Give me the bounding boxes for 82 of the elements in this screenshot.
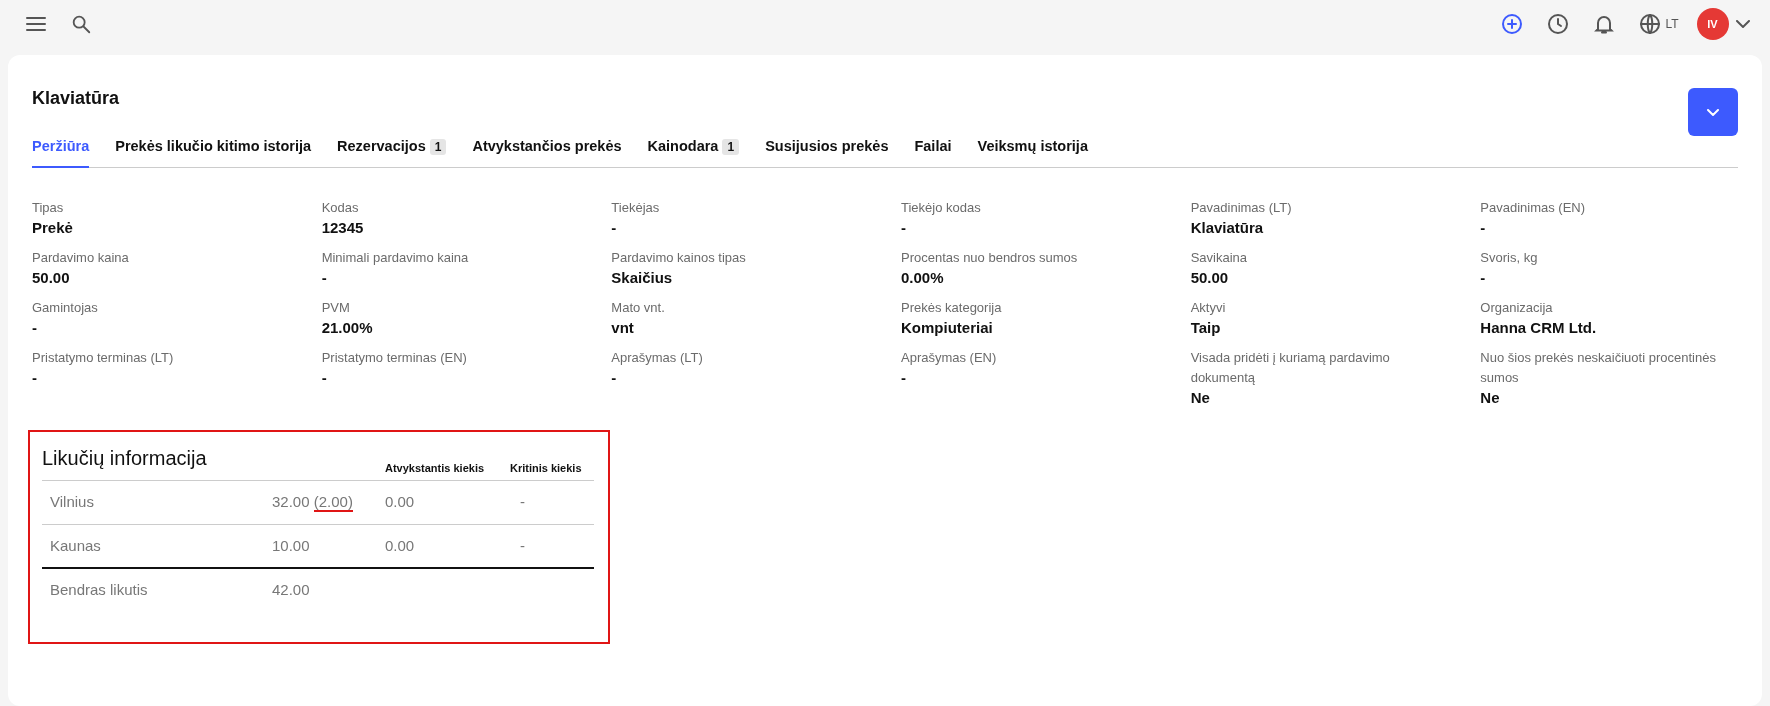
- field-label: Visada pridėti į kuriamą pardavimo dokumentą: [1190, 348, 1391, 387]
- field-label: Tipas: [32, 198, 65, 217]
- chevron-down-icon: [1736, 20, 1750, 28]
- field-value: 0.00%: [901, 267, 945, 288]
- tab[interactable]: Prekės likučio kitimo istorija: [115, 128, 312, 168]
- field-label: Tiekėjo kodas: [901, 198, 982, 217]
- field-label: Pavadinimas (LT): [1190, 198, 1293, 217]
- field-value: Hanna CRM Ltd.: [1480, 317, 1598, 338]
- field-value: -: [901, 367, 907, 388]
- field-value: -: [611, 367, 618, 388]
- field-label: Prekės kategorija: [901, 298, 1003, 317]
- actions-dropdown-button[interactable]: [1688, 88, 1738, 136]
- add-icon: [1499, 12, 1524, 36]
- globe-icon: [1637, 12, 1662, 36]
- field-value: vnt: [611, 317, 635, 338]
- table-cell: 10.00: [272, 536, 310, 554]
- field-value: 50.00: [32, 267, 71, 288]
- field-label: Aprašymas (LT): [611, 348, 704, 367]
- language-button[interactable]: LT: [1633, 8, 1683, 40]
- table-cell: Kaunas: [50, 536, 101, 554]
- field-label: Nuo šios prekės neskaičiuoti procentinės sumos: [1480, 348, 1717, 387]
- avatar[interactable]: IV: [1696, 8, 1729, 40]
- field-label: Kodas: [321, 198, 360, 217]
- field-label: Organizacija: [1480, 298, 1554, 317]
- field-value: Taip: [1190, 317, 1222, 338]
- tab[interactable]: Veiksmų istorija: [977, 128, 1088, 168]
- field-value: -: [32, 317, 38, 338]
- field-value: -: [321, 367, 328, 388]
- field-value: Ne: [1190, 387, 1211, 408]
- tab[interactable]: Peržiūra: [32, 128, 90, 168]
- field-label: PVM: [321, 298, 351, 317]
- count-badge: 1: [722, 139, 740, 155]
- field-value: Prekė: [32, 217, 74, 238]
- column-header: Kritinis kiekis: [510, 460, 583, 476]
- tab[interactable]: Susijusios prekės: [765, 128, 889, 168]
- field-label: Aprašymas (EN): [901, 348, 998, 367]
- tab[interactable]: Rezervacijos 1: [337, 128, 447, 168]
- reserved-quantity: (2.00): [313, 494, 353, 513]
- field-label: Pavadinimas (EN): [1480, 198, 1587, 217]
- field-label: Mato vnt.: [611, 298, 666, 317]
- tab[interactable]: Atvykstančios prekės: [472, 128, 622, 168]
- table-cell: -: [520, 536, 525, 554]
- field-label: Minimali pardavimo kaina: [321, 248, 470, 267]
- count-badge: 1: [429, 139, 447, 155]
- field-value: -: [1480, 217, 1487, 238]
- field-label: Pardavimo kainos tipas: [611, 248, 747, 267]
- field-label: Pristatymo terminas (LT): [32, 348, 175, 367]
- field-label: Pardavimo kaina: [32, 248, 130, 267]
- table-cell: Bendras likutis: [50, 581, 148, 599]
- table-cell: 32.00: [272, 493, 310, 511]
- page-title: Klaviatūra: [32, 88, 120, 110]
- table-cell: 0.00: [385, 493, 415, 511]
- field-label: Savikaina: [1190, 248, 1249, 267]
- table-cell: -: [520, 493, 525, 511]
- column-header: Atvykstantis kiekis: [385, 460, 486, 476]
- tab[interactable]: Failai: [914, 128, 952, 168]
- clock-icon: [1545, 12, 1570, 36]
- field-value: -: [611, 217, 618, 238]
- search-icon: [70, 13, 92, 35]
- field-label: Aktyvi: [1190, 298, 1227, 317]
- field-value: Ne: [1480, 387, 1501, 408]
- field-value: Skaičius: [611, 267, 674, 288]
- field-value: 21.00%: [321, 317, 374, 338]
- field-value: -: [321, 267, 328, 288]
- field-label: Gamintojas: [32, 298, 99, 317]
- table-cell: Vilnius: [50, 493, 94, 511]
- field-value: Klaviatūra: [1190, 217, 1265, 238]
- field-value: -: [1480, 267, 1487, 288]
- field-value: Kompiuteriai: [901, 317, 994, 338]
- table-cell: 42.00: [272, 581, 310, 599]
- field-value: 12345: [321, 217, 365, 238]
- section-title: Likučių informacija: [42, 445, 208, 471]
- field-value: -: [32, 367, 38, 388]
- field-value: 50.00: [1190, 267, 1230, 288]
- field-label: Tiekėjas: [611, 198, 661, 217]
- field-label: Svoris, kg: [1480, 248, 1539, 267]
- field-label: Pristatymo terminas (EN): [321, 348, 468, 367]
- chevron-down-icon: [1707, 109, 1719, 117]
- table-cell: 0.00: [385, 536, 415, 554]
- tab[interactable]: Kainodara 1: [647, 128, 740, 168]
- field-value: -: [901, 217, 907, 238]
- field-label: Procentas nuo bendros sumos: [901, 248, 1079, 267]
